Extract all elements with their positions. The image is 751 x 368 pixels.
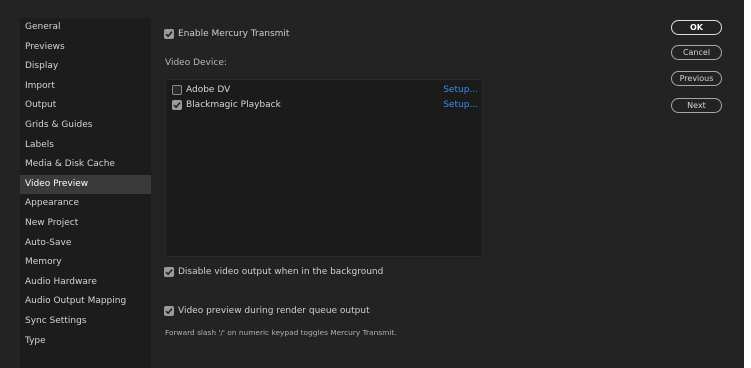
- sidebar-item-output[interactable]: Output: [20, 96, 151, 116]
- blackmagic-playback-checkbox[interactable]: [172, 100, 182, 110]
- previous-button[interactable]: Previous: [671, 71, 722, 86]
- sidebar-item-audio-hardware[interactable]: Audio Hardware: [20, 273, 151, 293]
- video-device-heading: Video Device:: [165, 58, 227, 68]
- preferences-dialog: General Previews Display Import Output G…: [0, 0, 744, 368]
- blackmagic-playback-label: Blackmagic Playback: [186, 100, 281, 110]
- enable-mercury-transmit-label: Enable Mercury Transmit: [178, 29, 290, 39]
- sidebar-item-sync-settings[interactable]: Sync Settings: [20, 312, 151, 332]
- ok-button[interactable]: OK: [671, 20, 722, 35]
- sidebar-item-labels[interactable]: Labels: [20, 136, 151, 156]
- video-device-list: Adobe DV Setup... Blackmagic Playback Se…: [165, 79, 483, 257]
- adobe-dv-checkbox[interactable]: [172, 85, 182, 95]
- enable-mercury-transmit-row[interactable]: Enable Mercury Transmit: [164, 29, 289, 39]
- cancel-button[interactable]: Cancel: [671, 45, 722, 60]
- checkmark-icon: [173, 102, 181, 109]
- sidebar-item-general[interactable]: General: [20, 18, 151, 38]
- sidebar-item-video-preview[interactable]: Video Preview: [20, 174, 151, 195]
- sidebar-item-grids-guides[interactable]: Grids & Guides: [20, 116, 151, 136]
- device-row-blackmagic-playback: Blackmagic Playback Setup...: [172, 98, 478, 112]
- sidebar-item-media-disk-cache[interactable]: Media & Disk Cache: [20, 155, 151, 175]
- checkmark-icon: [165, 269, 173, 276]
- disable-background-output-label: Disable video output when in the backgro…: [178, 267, 384, 277]
- video-preview-panel: Enable Mercury Transmit Video Device: Ad…: [152, 0, 652, 368]
- enable-mercury-transmit-checkbox[interactable]: [164, 29, 174, 39]
- next-button[interactable]: Next: [671, 98, 722, 113]
- disable-background-output-checkbox[interactable]: [164, 267, 174, 277]
- sidebar-item-auto-save[interactable]: Auto-Save: [20, 234, 151, 254]
- checkmark-icon: [165, 31, 173, 38]
- render-queue-preview-label: Video preview during render queue output: [178, 306, 370, 316]
- sidebar-item-type[interactable]: Type: [20, 332, 151, 352]
- sidebar-item-display[interactable]: Display: [20, 57, 151, 77]
- sidebar-item-previews[interactable]: Previews: [20, 38, 151, 58]
- disable-background-output-row[interactable]: Disable video output when in the backgro…: [164, 267, 383, 277]
- device-row-adobe-dv: Adobe DV Setup...: [172, 83, 478, 97]
- sidebar-item-memory[interactable]: Memory: [20, 253, 151, 273]
- sidebar-item-appearance[interactable]: Appearance: [20, 194, 151, 214]
- preferences-sidebar: General Previews Display Import Output G…: [20, 18, 151, 368]
- render-queue-preview-row[interactable]: Video preview during render queue output: [164, 306, 370, 316]
- sidebar-item-import[interactable]: Import: [20, 77, 151, 97]
- sidebar-item-audio-output-mapping[interactable]: Audio Output Mapping: [20, 292, 151, 312]
- checkmark-icon: [165, 308, 173, 315]
- render-queue-preview-checkbox[interactable]: [164, 306, 174, 316]
- blackmagic-playback-setup-link[interactable]: Setup...: [443, 100, 478, 110]
- mercury-transmit-hint: Forward slash '/' on numeric keypad togg…: [165, 328, 397, 337]
- sidebar-item-new-project[interactable]: New Project: [20, 214, 151, 234]
- adobe-dv-label: Adobe DV: [186, 85, 231, 95]
- adobe-dv-setup-link[interactable]: Setup...: [443, 85, 478, 95]
